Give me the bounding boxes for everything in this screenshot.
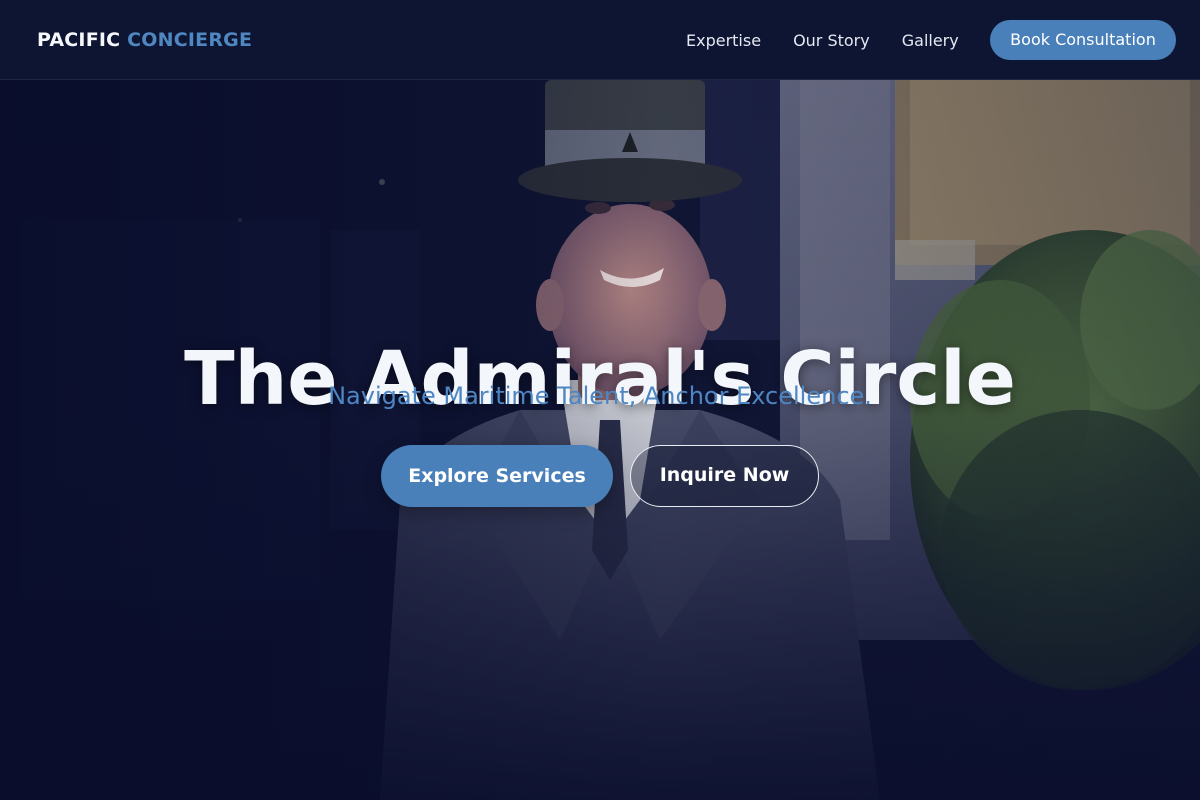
- top-navigation: PACIFIC CONCIERGE Expertise Our Story Ga…: [0, 0, 1200, 80]
- book-consultation-button[interactable]: Book Consultation: [990, 20, 1176, 60]
- brand-logo[interactable]: PACIFIC CONCIERGE: [37, 28, 252, 52]
- hero-dark-overlay: [0, 80, 1200, 800]
- nav-link-our-story[interactable]: Our Story: [777, 31, 886, 50]
- inquire-now-button[interactable]: Inquire Now: [630, 445, 819, 507]
- brand-name-accent: CONCIERGE: [127, 29, 253, 51]
- hero-subtitle: Navigate Maritime Talent, Anchor Excelle…: [328, 382, 872, 410]
- nav-link-gallery[interactable]: Gallery: [886, 31, 975, 50]
- nav-links: Expertise Our Story Gallery: [670, 20, 975, 60]
- explore-services-button[interactable]: Explore Services: [381, 445, 613, 507]
- brand-name-primary: PACIFIC: [37, 29, 121, 51]
- hero-section: [0, 80, 1200, 800]
- landing-page: PACIFIC CONCIERGE Expertise Our Story Ga…: [0, 0, 1200, 800]
- nav-link-expertise[interactable]: Expertise: [670, 31, 777, 50]
